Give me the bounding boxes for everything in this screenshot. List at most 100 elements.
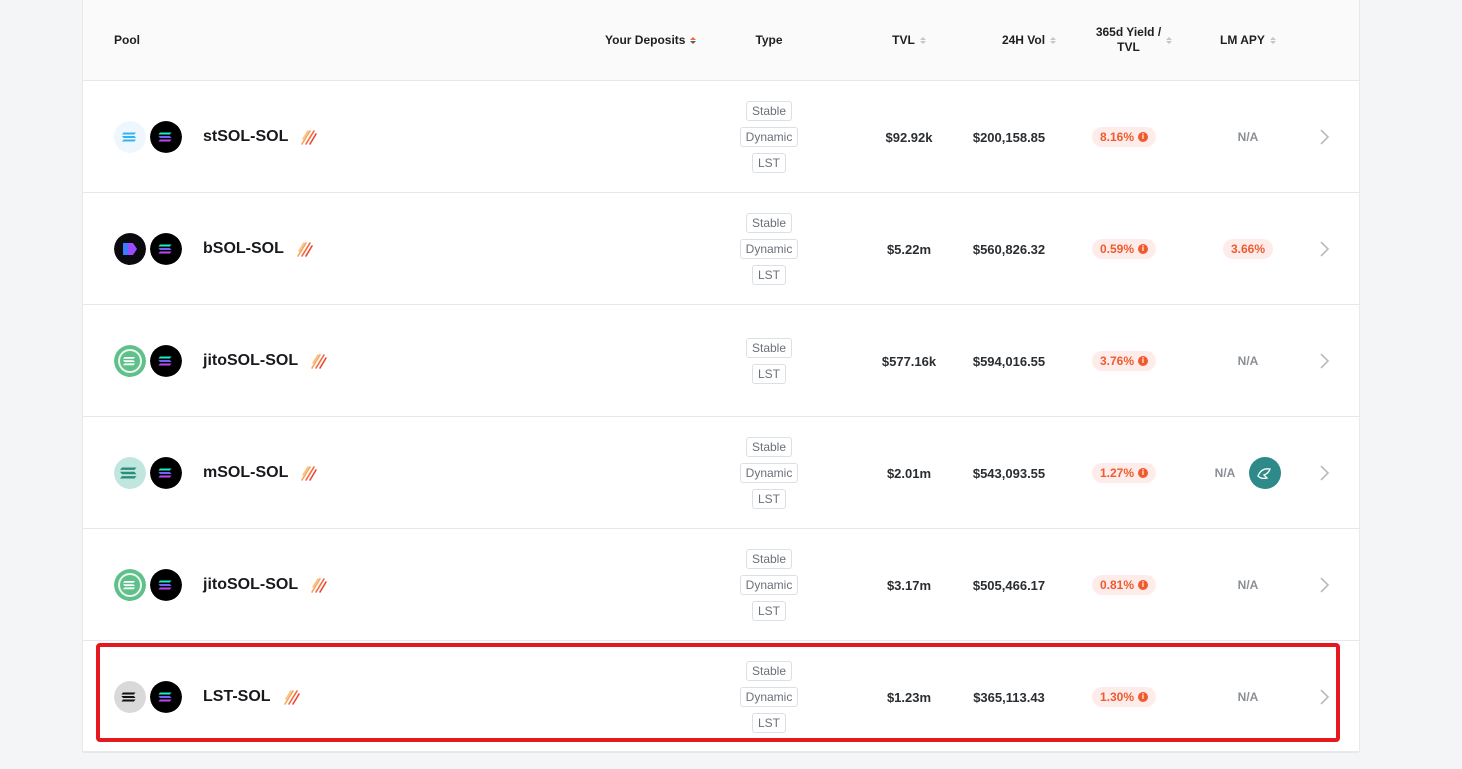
tvl-value-label: $1.23m [886, 689, 932, 705]
lm-apy-cell: N/A [1193, 81, 1303, 193]
sort-icon[interactable] [690, 36, 697, 44]
dynamic-pool-icon [310, 352, 328, 370]
pool-name-label: stSOL-SOL [203, 128, 289, 145]
col-type-label: Type [755, 33, 783, 47]
dynamic-pool-icon [283, 688, 301, 706]
yield-badge: 1.30% i [1091, 687, 1157, 707]
col-tvl-label: TVL [892, 33, 915, 47]
farm-reward-icon[interactable] [1249, 457, 1282, 489]
tvl-value-label: $3.17m [886, 577, 932, 593]
yield-badge: 0.59% i [1091, 239, 1157, 259]
lm-apy-cell: N/A [1183, 417, 1313, 529]
sort-icon[interactable] [1269, 36, 1276, 44]
table-row[interactable]: LST-SOL Stable Dynamic LST $1.23m $365,113… [83, 641, 1359, 753]
table-header: Pool Your Deposits Type TVL 24H Vol 365d… [83, 0, 1359, 81]
lm-apy-cell: N/A [1193, 641, 1303, 753]
yield-value: 0.59% [1099, 242, 1135, 256]
table-row[interactable]: bSOL-SOL Stable Dynamic LST $5.22m $560,82… [83, 193, 1359, 305]
dynamic-pool-icon [296, 240, 314, 258]
type-tag: Dynamic [739, 127, 799, 147]
type-tag: Dynamic [739, 463, 799, 483]
info-icon[interactable]: i [1138, 132, 1149, 142]
info-icon[interactable]: i [1138, 580, 1149, 590]
info-icon[interactable]: i [1138, 468, 1149, 478]
col-pool-label: Pool [114, 33, 140, 47]
vol-value: $505,466.17 [929, 529, 1089, 641]
table-row[interactable]: mSOL-SOL Stable Dynamic LST $2.01m $543,09… [83, 417, 1359, 529]
yield-cell: 0.59% i [1069, 193, 1179, 305]
vol-value: $543,093.55 [929, 417, 1089, 529]
chevron-right-icon[interactable] [1315, 127, 1333, 147]
info-icon[interactable]: i [1138, 356, 1149, 366]
yield-cell: 1.30% i [1069, 641, 1179, 753]
chevron-right-icon[interactable] [1315, 687, 1333, 707]
yield-value: 0.81% [1099, 578, 1135, 592]
type-tag: LST [751, 265, 786, 285]
stsol-icon [114, 121, 146, 153]
table-row[interactable]: jitoSOL-SOL Stable Dynamic LST $3.17m $505… [83, 529, 1359, 641]
vol-value-label: $560,826.32 [972, 241, 1046, 257]
vol-value-label: $505,466.17 [972, 577, 1046, 593]
col-your-deposits[interactable]: Your Deposits [605, 0, 697, 80]
lm-apy-badge: 3.66% [1222, 239, 1274, 259]
col-24h-vol-label: 24H Vol [1001, 33, 1046, 47]
pool-name[interactable]: LST-SOL [203, 641, 301, 753]
pool-name-label: bSOL-SOL [203, 240, 284, 257]
tvl-value-label: $577.16k [881, 353, 937, 369]
pool-name[interactable]: jitoSOL-SOL [203, 305, 328, 417]
lm-apy-value: N/A [1237, 690, 1259, 704]
info-icon[interactable]: i [1138, 692, 1149, 702]
tvl-value-label: $2.01m [886, 465, 932, 481]
type-tag: LST [751, 601, 786, 621]
chevron-right-icon[interactable] [1315, 463, 1333, 483]
type-tag: Stable [745, 213, 793, 233]
tvl-value-label: $92.92k [885, 129, 933, 145]
vol-value-label: $594,016.55 [972, 353, 1046, 369]
col-lm-apy-label: LM APY [1220, 33, 1265, 47]
msol-icon [114, 457, 146, 489]
yield-cell: 8.16% i [1069, 81, 1179, 193]
chevron-right-icon[interactable] [1315, 351, 1333, 371]
vol-value: $365,113.43 [929, 641, 1089, 753]
table-row[interactable]: jitoSOL-SOL Stable LST $577.16k $594,016.… [83, 305, 1359, 417]
vol-value-label: $365,113.43 [973, 689, 1045, 705]
pool-name[interactable]: stSOL-SOL [203, 81, 318, 193]
type-tag: Stable [745, 661, 793, 681]
info-icon[interactable]: i [1138, 244, 1149, 254]
pool-name-label: jitoSOL-SOL [203, 576, 299, 593]
col-yield-label-line2: TVL [1117, 40, 1140, 54]
chevron-right-icon[interactable] [1315, 239, 1333, 259]
sol-icon [150, 345, 182, 377]
chevron-right-icon[interactable] [1315, 575, 1333, 595]
table-row[interactable]: stSOL-SOL Stable Dynamic LST $92.92k $200,… [83, 81, 1359, 193]
sort-icon[interactable] [1166, 36, 1173, 44]
sol-icon [150, 569, 182, 601]
jitosol-icon [114, 569, 146, 601]
yield-cell: 1.27% i [1069, 417, 1179, 529]
pool-name-label: LST-SOL [203, 688, 271, 705]
type-tag: Dynamic [739, 239, 799, 259]
sort-icon[interactable] [1050, 36, 1057, 44]
lst-icon [114, 681, 146, 713]
pool-name[interactable]: bSOL-SOL [203, 193, 314, 305]
lm-apy-cell: N/A [1193, 529, 1303, 641]
jitosol-icon [114, 345, 146, 377]
yield-value: 1.30% [1099, 690, 1135, 704]
pool-name-label: jitoSOL-SOL [203, 352, 299, 369]
pool-types: Stable Dynamic LST [723, 529, 815, 641]
pool-types: Stable Dynamic LST [723, 417, 815, 529]
sort-icon[interactable] [919, 36, 926, 44]
bsol-icon [114, 233, 146, 265]
type-tag: Dynamic [739, 687, 799, 707]
type-tag: Stable [745, 101, 793, 121]
pool-name[interactable]: jitoSOL-SOL [203, 529, 328, 641]
pool-name-label: mSOL-SOL [203, 464, 289, 481]
type-tag: LST [751, 489, 786, 509]
col-lm-apy[interactable]: LM APY [1193, 0, 1303, 80]
pools-table: Pool Your Deposits Type TVL 24H Vol 365d… [82, 0, 1360, 753]
dynamic-pool-icon [310, 576, 328, 594]
col-yield-label-line1: 365d Yield / [1095, 25, 1162, 39]
col-yield[interactable]: 365d Yield / TVL [1079, 0, 1189, 80]
col-yield-label: 365d Yield / TVL [1096, 25, 1161, 55]
pool-name[interactable]: mSOL-SOL [203, 417, 318, 529]
